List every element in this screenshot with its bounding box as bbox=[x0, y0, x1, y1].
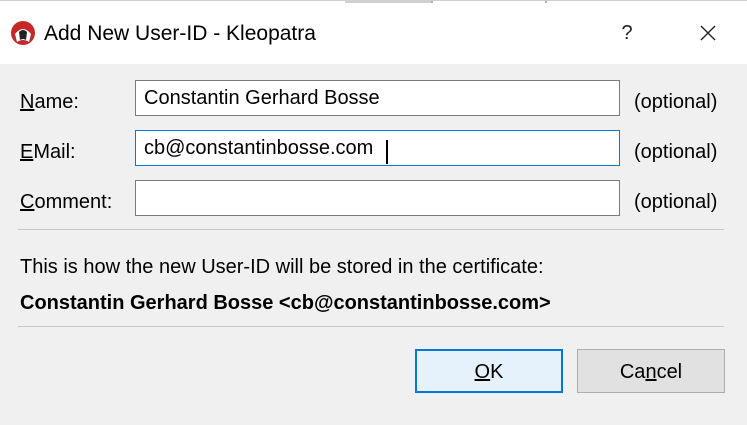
comment-label-text: omment: bbox=[34, 191, 113, 213]
close-button[interactable] bbox=[685, 17, 731, 49]
comment-field[interactable] bbox=[135, 180, 620, 216]
background-window-divider bbox=[431, 1, 433, 3]
separator bbox=[18, 229, 724, 230]
background-window-divider bbox=[545, 1, 547, 3]
ok-mnemonic: O bbox=[474, 361, 491, 383]
background-window-edge bbox=[345, 1, 431, 3]
kleopatra-icon bbox=[11, 21, 35, 45]
ok-button[interactable]: OK bbox=[415, 349, 563, 393]
email-field[interactable] bbox=[135, 130, 620, 166]
email-label-text: Mail: bbox=[33, 141, 76, 163]
email-label: EMail: bbox=[20, 140, 76, 164]
window-title: Add New User-ID - Kleopatra bbox=[44, 22, 316, 45]
title-bar[interactable]: Add New User-ID - Kleopatra ? bbox=[0, 0, 747, 64]
ok-label: K bbox=[490, 361, 504, 383]
help-button[interactable]: ? bbox=[605, 17, 649, 49]
text-caret bbox=[386, 140, 388, 164]
separator bbox=[18, 326, 724, 327]
comment-label: Comment: bbox=[20, 190, 112, 214]
name-label-mnemonic: N bbox=[20, 91, 35, 113]
name-optional-hint: (optional) bbox=[634, 91, 718, 113]
comment-optional-hint: (optional) bbox=[634, 191, 718, 213]
comment-label-mnemonic: C bbox=[20, 191, 35, 213]
close-icon bbox=[700, 25, 716, 41]
cancel-button[interactable]: Cancel bbox=[577, 349, 725, 393]
name-field[interactable] bbox=[135, 80, 620, 116]
name-label: Name: bbox=[20, 90, 79, 114]
info-text: This is how the new User-ID will be stor… bbox=[20, 256, 544, 278]
email-optional-hint: (optional) bbox=[634, 141, 718, 163]
email-label-mnemonic: E bbox=[20, 141, 34, 163]
name-label-text: ame: bbox=[34, 91, 79, 113]
user-id-preview: Constantin Gerhard Bosse <cb@constantinb… bbox=[20, 292, 551, 314]
cancel-mnemonic: n bbox=[645, 361, 657, 383]
cancel-label-prefix: Ca bbox=[619, 361, 646, 383]
cancel-label-rest: cel bbox=[656, 361, 683, 383]
